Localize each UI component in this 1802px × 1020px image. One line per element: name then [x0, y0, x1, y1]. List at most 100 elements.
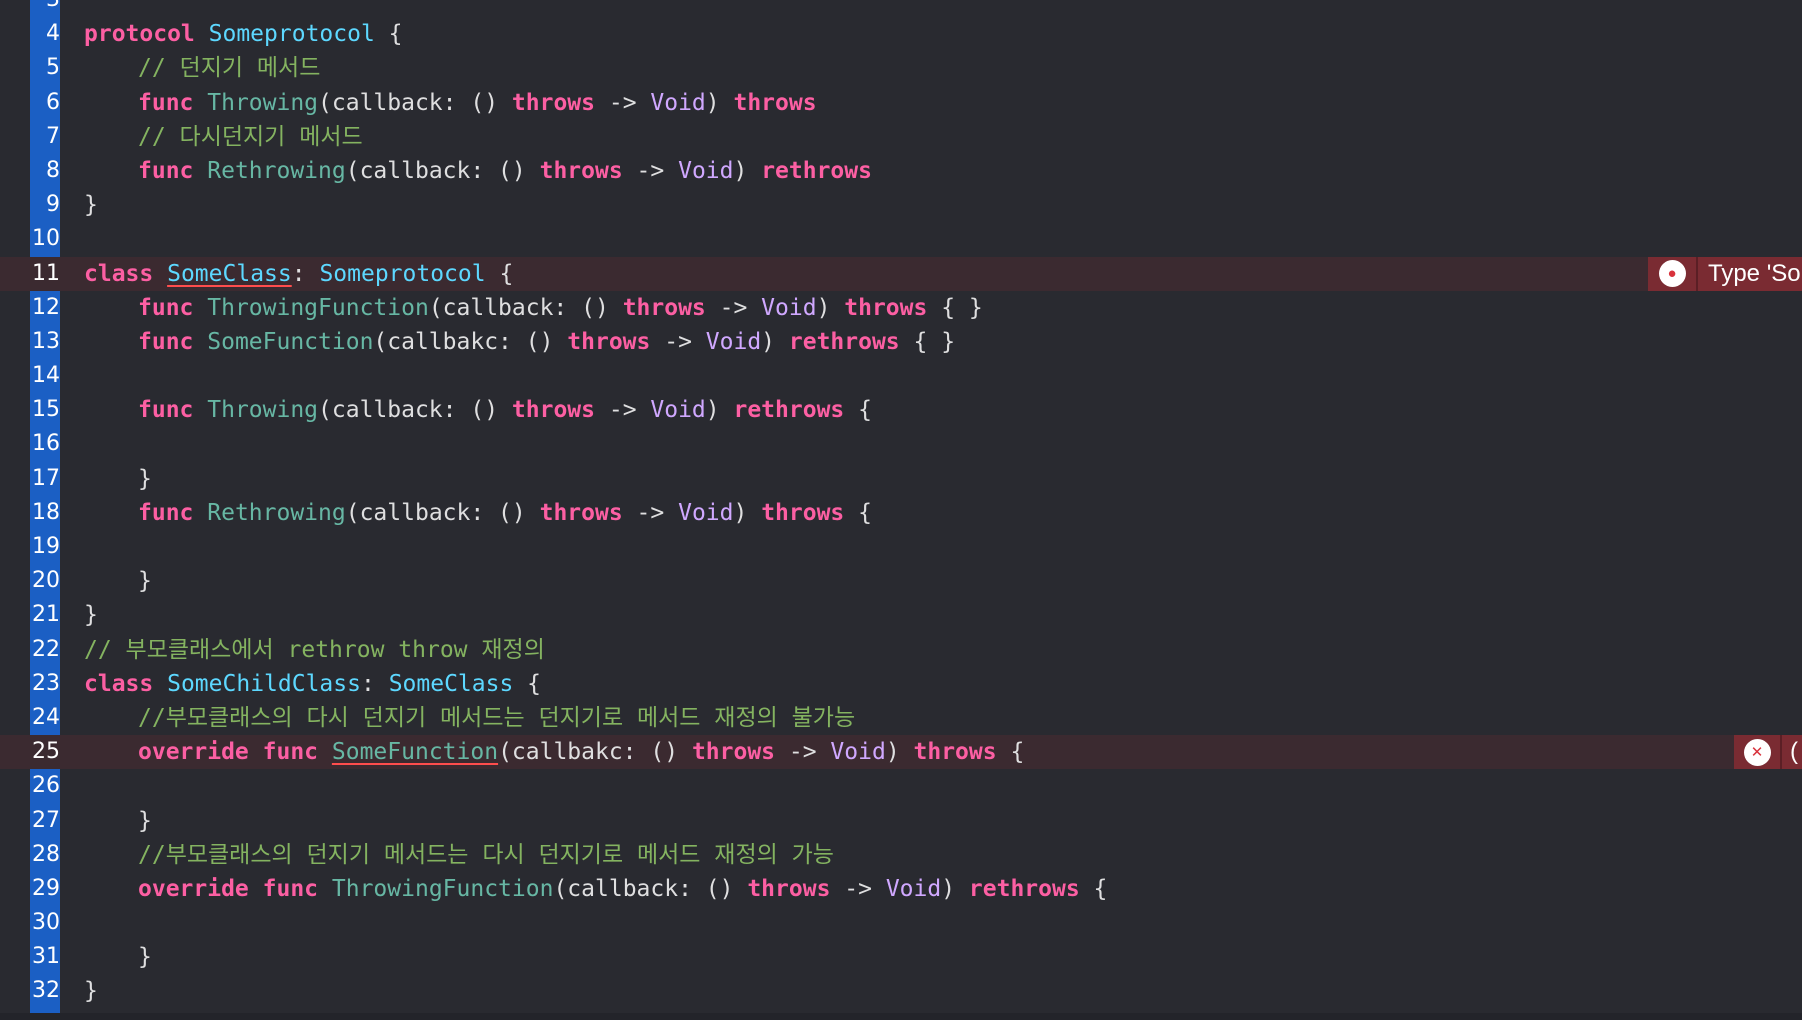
code-text: // 부모클래스에서 rethrow throw 재정의	[84, 633, 545, 667]
plain-token: )	[885, 739, 914, 766]
code-line-16[interactable]: 16	[0, 427, 1802, 461]
error-circle-icon: ●	[1658, 260, 1686, 287]
line-number: 10	[32, 226, 60, 252]
plain-token: )	[705, 397, 734, 424]
code-line-30[interactable]: 30	[0, 906, 1802, 940]
punctuation: }	[138, 944, 152, 971]
code-line-23[interactable]: 23 class SomeChildClass: SomeClass {	[0, 667, 1802, 701]
code-line-19[interactable]: 19	[0, 530, 1802, 564]
comment-token: // 부모클래스에서 rethrow throw 재정의	[84, 636, 545, 663]
code-line-20[interactable]: 20 }	[0, 564, 1802, 598]
code-line-31[interactable]: 31 }	[0, 940, 1802, 974]
punctuation: }	[138, 568, 152, 595]
plain-token: )	[816, 294, 845, 321]
code-line-22[interactable]: 22 // 부모클래스에서 rethrow throw 재정의	[0, 633, 1802, 667]
plain-token: ->	[775, 739, 831, 766]
comment-token: // 던지기 메서드	[138, 55, 321, 82]
plain-token: (callback: ()	[428, 294, 623, 321]
keyword-token: throws	[567, 328, 651, 355]
keyword-token: throws	[733, 89, 817, 116]
line-number: 14	[32, 363, 60, 389]
code-line-4[interactable]: 4 protocol Someprotocol {	[0, 17, 1802, 51]
punctuation: {	[1079, 875, 1108, 902]
code-line-29[interactable]: 29 override func ThrowingFunction(callba…	[0, 872, 1802, 906]
function-name-token: SomeFunction	[331, 739, 499, 766]
code-line-17[interactable]: 17 }	[0, 462, 1802, 496]
error-icon-wrap: ●	[1648, 257, 1696, 291]
code-text: func Throwing(callback: () throws -> Voi…	[138, 393, 872, 427]
line-number: 26	[32, 773, 60, 799]
line-number: 3	[30, 0, 60, 17]
code-line-15[interactable]: 15 func Throwing(callback: () throws -> …	[0, 393, 1802, 427]
type-token: Void	[830, 739, 886, 766]
plain-token: ->	[830, 875, 886, 902]
type-token: SomeChildClass	[167, 670, 361, 697]
line-number: 19	[32, 534, 60, 559]
code-line-32[interactable]: 32 }	[0, 974, 1802, 1008]
code-text: protocol Someprotocol {	[84, 17, 403, 51]
code-line-27[interactable]: 27 }	[0, 804, 1802, 838]
line-number: 24	[32, 704, 60, 730]
keyword-token: func	[138, 157, 194, 184]
error-annotation[interactable]: ✕ (	[1734, 735, 1802, 770]
error-annotation[interactable]: ● Type 'So	[1648, 256, 1802, 291]
code-text: }	[84, 974, 98, 1008]
punctuation: { }	[899, 328, 956, 355]
keyword-token: override	[138, 739, 249, 766]
plain-token: ->	[705, 294, 762, 321]
code-line-28[interactable]: 28 //부모클래스의 던지기 메서드는 다시 던지기로 메서드 재정의 가능	[0, 838, 1802, 872]
code-line-8[interactable]: 8 func Rethrowing(callback: () throws ->…	[0, 154, 1802, 188]
code-text: class SomeChildClass: SomeClass {	[84, 667, 541, 701]
type-token: Void	[650, 397, 706, 424]
keyword-token: protocol	[84, 21, 195, 48]
code-line-10[interactable]: 10	[0, 222, 1802, 256]
keyword-token: throws	[747, 875, 831, 902]
type-token: SomeClass	[167, 260, 292, 287]
code-editor[interactable]: 3 4 protocol Someprotocol { 5 // 던지기 메서드…	[0, 0, 1802, 1020]
type-token: Someprotocol	[319, 260, 486, 287]
punctuation: }	[138, 465, 152, 492]
keyword-token: func	[138, 89, 194, 116]
code-line-9[interactable]: 9 }	[0, 188, 1802, 222]
code-text: override func SomeFunction(callbakc: () …	[138, 735, 1024, 769]
code-text: func Throwing(callback: () throws -> Voi…	[138, 86, 817, 120]
function-name-token: Throwing	[207, 397, 319, 424]
code-line-13[interactable]: 13 func SomeFunction(callbakc: () throws…	[0, 325, 1802, 359]
code-line-5[interactable]: 5 // 던지기 메서드	[0, 51, 1802, 85]
editor-bottom-edge	[0, 1013, 1802, 1020]
type-token: Void	[678, 157, 734, 184]
punctuation: {	[485, 260, 514, 287]
code-line-11[interactable]: 11 class SomeClass: Someprotocol { ● Typ…	[0, 256, 1802, 291]
code-line-3[interactable]: 3	[0, 0, 1802, 17]
code-line-18[interactable]: 18 func Rethrowing(callback: () throws -…	[0, 496, 1802, 530]
code-line-24[interactable]: 24 //부모클래스의 다시 던지기 메서드는 던지기로 메서드 재정의 불가능	[0, 701, 1802, 735]
code-line-21[interactable]: 21 }	[0, 598, 1802, 632]
code-line-12[interactable]: 12 func ThrowingFunction(callback: () th…	[0, 291, 1802, 325]
punctuation: { }	[927, 294, 983, 321]
line-number: 28	[32, 841, 60, 867]
type-token: Void	[885, 875, 942, 902]
punctuation: {	[844, 397, 872, 424]
punctuation: }	[84, 602, 98, 629]
code-line-25[interactable]: 25 override func SomeFunction(callbakc: …	[0, 735, 1802, 770]
keyword-token: rethrows	[761, 157, 872, 184]
code-text: func Rethrowing(callback: () throws -> V…	[138, 496, 872, 530]
line-number: 27	[32, 807, 60, 833]
code-text: }	[138, 564, 152, 598]
plain-token: )	[941, 875, 969, 902]
code-line-14[interactable]: 14	[0, 359, 1802, 393]
line-number: 21	[32, 602, 60, 628]
code-line-26[interactable]: 26	[0, 769, 1802, 803]
code-line-7[interactable]: 7 // 다시던지기 메서드	[0, 120, 1802, 154]
keyword-token: throws	[761, 499, 845, 526]
line-number: 15	[32, 397, 60, 423]
function-name-token: SomeFunction	[207, 328, 374, 355]
code-line-6[interactable]: 6 func Throwing(callback: () throws -> V…	[0, 86, 1802, 120]
keyword-token: throws	[539, 499, 623, 526]
